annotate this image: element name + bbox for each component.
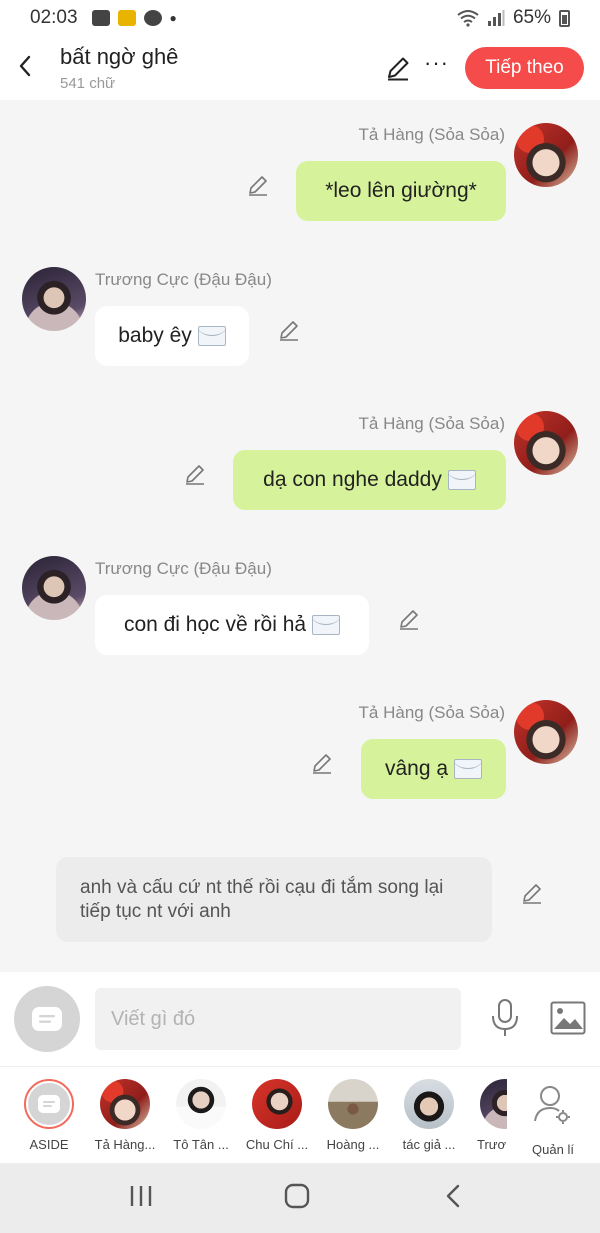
back-arrow-icon[interactable] (14, 52, 38, 80)
story-title: bất ngờ ghê (60, 44, 179, 69)
more-notifications-icon: ● (169, 11, 177, 25)
character-avatar (404, 1079, 454, 1129)
manage-characters-button[interactable]: Quản lí (515, 1079, 591, 1157)
character-avatar (176, 1079, 226, 1129)
edit-narration-icon[interactable] (520, 881, 544, 905)
composer-bar: Viết gì đó (0, 972, 600, 1066)
character-label: Tô Tân ... (173, 1137, 229, 1152)
microphone-icon[interactable] (489, 998, 521, 1038)
avatar[interactable] (22, 556, 86, 620)
character-label: Chu Chí ... (245, 1137, 309, 1152)
envelope-icon (447, 470, 476, 490)
word-count: 541 chữ (60, 75, 116, 92)
sender-name: Tả Hàng (Sỏa Sỏa) (358, 414, 505, 433)
avatar[interactable] (514, 700, 578, 764)
gallery-notification-icon (91, 10, 110, 26)
character-item[interactable]: Hoàng ... (315, 1079, 391, 1152)
sender-name: Trương Cực (Đậu Đậu) (95, 270, 272, 289)
envelope-icon (197, 326, 226, 346)
character-item[interactable]: Tô Tân ... (163, 1079, 239, 1152)
edit-title-icon[interactable] (384, 54, 412, 82)
character-bar: ASIDE Tả Hàng... Tô Tân ... Chu Chí ... … (0, 1066, 600, 1163)
message-text: vâng ạ (384, 757, 449, 780)
character-label: Hoàng ... (326, 1137, 380, 1152)
edit-message-icon[interactable] (310, 751, 334, 775)
user-settings-icon (534, 1086, 570, 1124)
edit-message-icon[interactable] (277, 318, 301, 342)
avatar[interactable] (514, 123, 578, 187)
envelope-icon (454, 759, 483, 779)
character-label: Trươ (477, 1137, 507, 1152)
avatar[interactable] (514, 411, 578, 475)
edit-message-icon[interactable] (397, 607, 421, 631)
status-bar: 02:03 ● 65% (0, 0, 600, 36)
more-options-icon[interactable]: ··· (424, 50, 449, 76)
sender-name: Tả Hàng (Sỏa Sỏa) (358, 703, 505, 722)
battery-icon (559, 9, 570, 27)
sender-name: Tả Hàng (Sỏa Sỏa) (358, 125, 505, 144)
character-avatar (328, 1079, 378, 1129)
message-text: baby êy (118, 324, 192, 347)
message-text: con đi học về rồi hả (123, 613, 307, 636)
message-bubble[interactable]: vâng ạ (361, 739, 506, 799)
edit-message-icon[interactable] (183, 462, 207, 486)
chat-area: Tả Hàng (Sỏa Sỏa) *leo lên giường* Trươn… (0, 100, 600, 972)
signal-icon (487, 10, 505, 26)
message-bubble[interactable]: baby êy (95, 306, 249, 366)
next-button[interactable]: Tiếp theo (465, 47, 584, 89)
aside-toggle-button[interactable] (14, 986, 80, 1052)
aside-avatar (24, 1079, 74, 1129)
envelope-icon (312, 615, 341, 635)
system-nav-bar (0, 1163, 600, 1233)
message-bubble[interactable]: *leo lên giường* (296, 161, 506, 221)
sender-name: Trương Cực (Đậu Đậu) (95, 559, 272, 578)
character-label: tác giả ... (402, 1137, 456, 1152)
character-item[interactable]: Tả Hàng... (87, 1079, 163, 1152)
home-icon[interactable] (284, 1183, 310, 1209)
image-icon[interactable] (550, 1001, 586, 1035)
character-avatar (252, 1079, 302, 1129)
status-time: 02:03 (30, 7, 78, 28)
character-aside[interactable]: ASIDE (11, 1079, 87, 1152)
character-label: ASIDE (29, 1137, 69, 1152)
wifi-icon (457, 10, 479, 27)
character-item[interactable]: Chu Chí ... (239, 1079, 315, 1152)
message-bubble[interactable]: dạ con nghe daddy (233, 450, 506, 510)
aside-chat-icon (38, 1095, 60, 1113)
recent-apps-icon[interactable] (128, 1183, 154, 1209)
message-bubble[interactable]: con đi học về rồi hả (95, 595, 369, 655)
character-item[interactable]: tác giả ... (391, 1079, 467, 1152)
message-text: *leo lên giường* (325, 179, 477, 202)
app-notification-icon (117, 10, 136, 26)
message-text: dạ con nghe daddy (263, 468, 442, 491)
facebook-notification-icon (143, 10, 162, 26)
character-avatar (100, 1079, 150, 1129)
aside-narration[interactable]: anh và cấu cứ nt thế rồi cạu đi tắm song… (56, 857, 492, 942)
character-label: Tả Hàng... (94, 1137, 156, 1152)
story-header: bất ngờ ghê 541 chữ ··· Tiếp theo (0, 36, 600, 100)
character-label: Quản lí (532, 1142, 574, 1157)
avatar[interactable] (22, 267, 86, 331)
message-input[interactable]: Viết gì đó (95, 988, 461, 1050)
character-item[interactable]: Trươ (467, 1079, 507, 1152)
back-nav-icon[interactable] (442, 1183, 464, 1209)
battery-percent: 65% (512, 7, 551, 28)
edit-message-icon[interactable] (246, 173, 270, 197)
character-avatar (480, 1079, 507, 1129)
aside-chat-icon (32, 1007, 62, 1031)
